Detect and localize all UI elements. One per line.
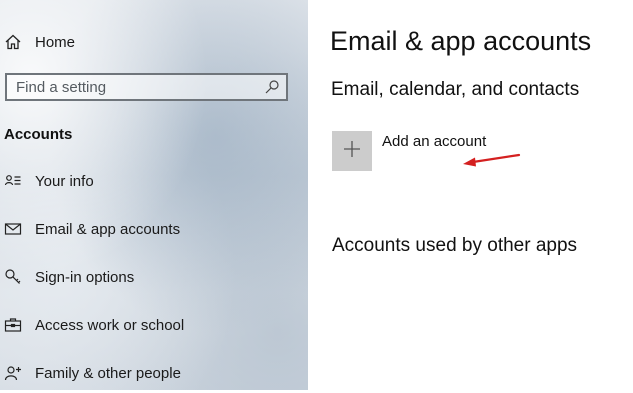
mail-icon (4, 220, 22, 238)
contact-card-icon (4, 172, 22, 190)
add-account-button[interactable]: Add an account (332, 131, 486, 171)
add-tile[interactable] (332, 131, 372, 171)
search-icon[interactable] (264, 79, 280, 95)
section-heading-email-calendar-contacts: Email, calendar, and contacts (331, 79, 580, 100)
page-title: Email & app accounts (330, 26, 592, 56)
sidebar-item-label: Home (35, 33, 76, 51)
section-heading-other-apps: Accounts used by other apps (332, 235, 578, 256)
sidebar-item-family-other-people[interactable]: Family & other people (0, 353, 308, 393)
sidebar-item-sign-in-options[interactable]: Sign-in options (0, 257, 308, 297)
sidebar-item-home[interactable]: Home (0, 22, 308, 62)
sidebar-item-label: Family & other people (35, 364, 181, 382)
sidebar-item-label: Access work or school (35, 316, 185, 334)
sidebar-item-label: Your info (35, 172, 94, 190)
sidebar: Home Accounts Your info Emai (0, 0, 308, 390)
sidebar-item-email-app-accounts[interactable]: Email & app accounts (0, 209, 308, 249)
sidebar-item-access-work-or-school[interactable]: Access work or school (0, 305, 308, 345)
home-icon (4, 33, 22, 51)
sidebar-item-your-info[interactable]: Your info (0, 161, 308, 201)
key-icon (4, 268, 22, 286)
briefcase-icon (4, 316, 22, 334)
sidebar-item-label: Email & app accounts (35, 220, 181, 238)
person-add-icon (4, 364, 22, 382)
section-heading-accounts: Accounts (4, 126, 73, 143)
annotation-arrow (463, 153, 521, 167)
plus-icon (343, 140, 361, 163)
search-box[interactable] (5, 73, 288, 101)
search-input[interactable] (7, 75, 258, 99)
sidebar-item-label: Sign-in options (35, 268, 135, 286)
